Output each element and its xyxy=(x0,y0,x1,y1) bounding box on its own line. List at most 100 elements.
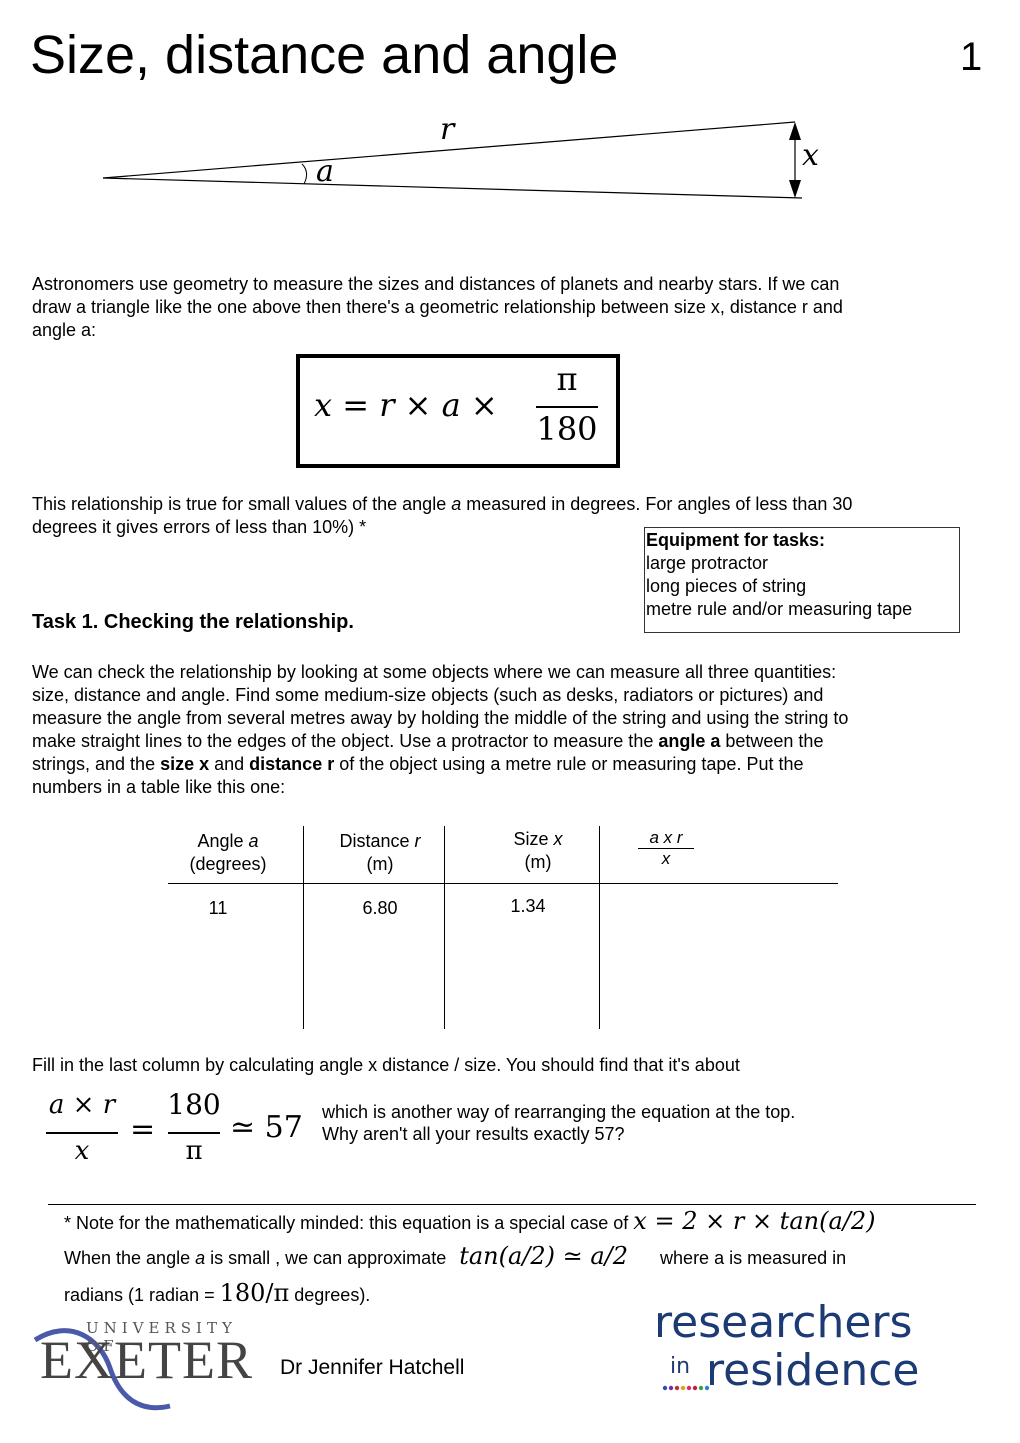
var: a xyxy=(248,831,259,851)
logo-in: in xyxy=(670,1354,691,1379)
eq-bar1 xyxy=(46,1132,118,1134)
table-header-rule xyxy=(168,883,838,884)
table-column-divider xyxy=(444,826,445,1029)
researchers-in-residence-logo: researchers residence in xyxy=(654,1296,974,1408)
intro-line: angle a: xyxy=(32,320,97,340)
text: of the object using a metre rule or meas… xyxy=(334,754,804,774)
label-a: a xyxy=(316,154,334,189)
triangle-diagram xyxy=(102,121,803,199)
equipment-item: long pieces of string xyxy=(646,576,807,596)
author-name: Dr Jennifer Hatchell xyxy=(280,1356,465,1379)
table-header-size: Size x (m) xyxy=(478,828,598,874)
task1-line: make straight lines to the edges of the … xyxy=(32,730,992,753)
var-a: a xyxy=(195,1248,206,1268)
note-line-1: * Note for the mathematically minded: th… xyxy=(64,1207,876,1235)
table-column-divider xyxy=(303,826,304,1029)
logo-residence: residence xyxy=(706,1345,920,1396)
comment-line: Why aren't all your results exactly 57? xyxy=(322,1124,625,1144)
formula-numerator: π xyxy=(556,360,578,398)
note-line-2: When the angle a is small , we can appro… xyxy=(64,1242,847,1270)
table-cell: 6.80 xyxy=(362,898,398,918)
main-formula-box: x = r × a × π 180 xyxy=(296,354,620,468)
eq-num2: 180 xyxy=(167,1088,221,1121)
equipment-item: metre rule and/or measuring tape xyxy=(646,599,913,619)
var: r xyxy=(414,831,421,851)
text: When the angle xyxy=(64,1248,196,1268)
text: degrees). xyxy=(289,1285,371,1305)
text: between the xyxy=(720,731,824,751)
unit: (degrees) xyxy=(189,854,267,874)
task1-heading: Task 1. Checking the relationship. xyxy=(32,611,354,633)
bold-term: distance r xyxy=(249,754,335,774)
text: is small , we can approximate xyxy=(205,1248,452,1268)
arrow-up-icon xyxy=(789,122,801,140)
label-r: r xyxy=(440,112,455,147)
task1-paragraph: We can check the relationship by looking… xyxy=(32,661,992,799)
text: This relationship is true for small valu… xyxy=(32,494,452,514)
equipment-item: large protractor xyxy=(646,553,769,573)
bold-term: angle a xyxy=(658,731,721,751)
text: measured in degrees. For angles of less … xyxy=(461,494,853,514)
var: x xyxy=(553,829,563,849)
side-lower-line xyxy=(102,177,803,199)
note-line-3: radians (1 radian = 180/π degrees). xyxy=(64,1279,371,1307)
eq-num1: a × r xyxy=(48,1090,116,1120)
fill-in-text: Fill in the last column by calculating a… xyxy=(32,1055,740,1075)
text: Distance xyxy=(339,831,415,851)
table-header-distance: Distance r (m) xyxy=(320,830,440,876)
radian-formula: 180/π xyxy=(219,1279,290,1307)
table-cell: 1.34 xyxy=(510,896,546,916)
bold-term: size x xyxy=(160,754,210,774)
eq-tail: ≃ 57 xyxy=(230,1110,303,1145)
intro-line: Astronomers use geometry to measure the … xyxy=(32,274,840,294)
page-number: 1 xyxy=(960,35,983,79)
note-approx-formula: tan(a/2) ≃ a/2 xyxy=(459,1242,629,1270)
footnote-divider xyxy=(48,1204,976,1205)
eq-den1: x xyxy=(74,1136,90,1166)
task1-line: size, distance and angle. Find some medi… xyxy=(32,685,824,705)
intro-line: draw a triangle like the one above then … xyxy=(32,297,843,317)
exeter-logo: UNIVERSITY OF EXETER xyxy=(30,1318,270,1413)
label-x: x xyxy=(802,138,819,173)
text: make straight lines to the edges of the … xyxy=(32,731,659,751)
task1-line: numbers in a table like this one: xyxy=(32,777,286,797)
arrow-down-icon xyxy=(789,180,801,198)
validity-line: This relationship is true for small valu… xyxy=(32,493,992,516)
text: where a is measured in xyxy=(660,1248,847,1268)
page-title: Size, distance and angle xyxy=(30,25,619,85)
note-formula: x = 2 × r × tan(a/2) xyxy=(633,1207,876,1235)
text: Size xyxy=(513,829,554,849)
eq-equals: = xyxy=(130,1112,156,1147)
text: and xyxy=(209,754,250,774)
text: radians (1 radian = xyxy=(64,1285,220,1305)
text: Angle xyxy=(197,831,249,851)
ratio-numerator: a x r xyxy=(638,828,694,849)
equipment-box: Equipment for tasks: large protractor lo… xyxy=(644,527,960,633)
logo-researchers: researchers xyxy=(654,1297,913,1348)
ratio-comment: which is another way of rearranging the … xyxy=(322,1101,795,1145)
exeter-wordmark: EXETER xyxy=(40,1330,253,1390)
formula-lhs: x = r × a × xyxy=(314,386,498,424)
eq-den2: π xyxy=(185,1136,203,1166)
unit: (m) xyxy=(524,852,552,872)
comment-line: which is another way of rearranging the … xyxy=(322,1102,796,1122)
text: strings, and the xyxy=(32,754,161,774)
task1-line: measure the angle from several metres aw… xyxy=(32,708,849,728)
formula-denominator: 180 xyxy=(536,410,598,448)
ratio-denominator: x xyxy=(661,849,671,868)
var-a: a xyxy=(451,494,462,514)
intro-paragraph: Astronomers use geometry to measure the … xyxy=(32,273,992,342)
table-header-angle: Angle a (degrees) xyxy=(168,830,288,876)
table-column-divider xyxy=(599,826,600,1029)
logo-dots-icon xyxy=(662,1385,710,1391)
unit: (m) xyxy=(366,854,394,874)
formula-fraction-bar xyxy=(536,406,598,408)
table-header-ratio: a x r x xyxy=(638,828,694,869)
equipment-heading: Equipment for tasks: xyxy=(646,530,826,550)
task1-line: We can check the relationship by looking… xyxy=(32,662,837,682)
angle-arc xyxy=(301,163,308,185)
eq-bar2 xyxy=(168,1132,220,1134)
table-cell: 11 xyxy=(208,898,228,918)
text: * Note for the mathematically minded: th… xyxy=(64,1213,634,1233)
task1-line: strings, and the size x and distance r o… xyxy=(32,753,992,776)
